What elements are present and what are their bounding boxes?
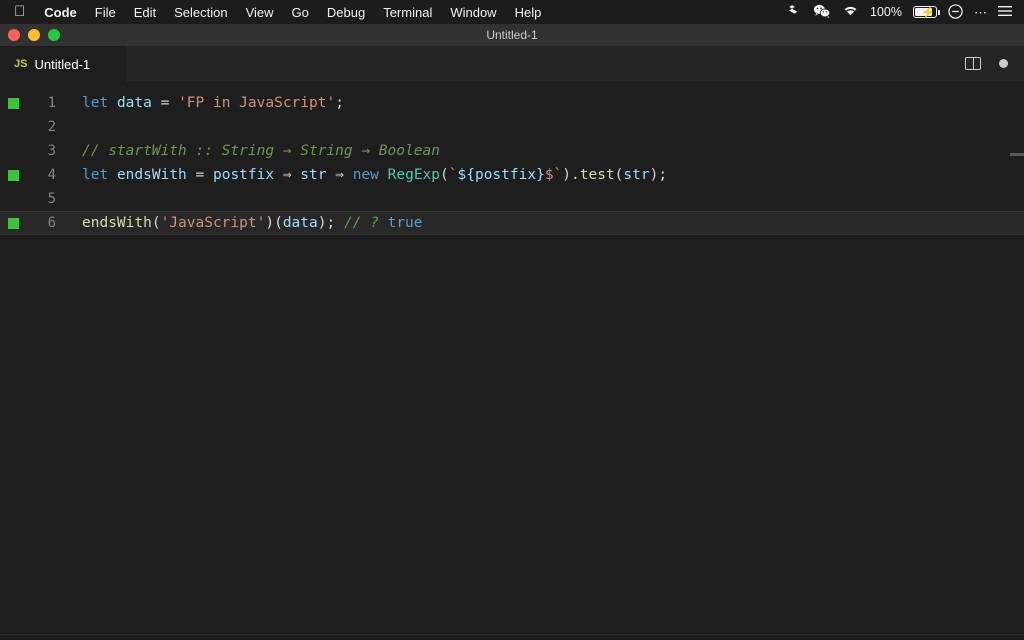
control-center-icon[interactable] xyxy=(948,3,963,21)
breakpoint-gutter-4[interactable] xyxy=(0,163,26,187)
menu-item-file[interactable]: File xyxy=(86,5,125,20)
dropbox-icon[interactable] xyxy=(787,4,802,20)
line-number-3: 3 xyxy=(47,143,56,159)
apple-logo-icon[interactable]:  xyxy=(8,4,35,19)
zoom-window-button[interactable] xyxy=(48,29,60,41)
tab-label: Untitled-1 xyxy=(34,56,91,72)
menu-item-help[interactable]: Help xyxy=(506,5,551,20)
code-text-6: endsWith('JavaScript')(data); // ? true xyxy=(82,215,423,231)
warning-count: 0 xyxy=(65,635,72,640)
line-number-2: 2 xyxy=(47,119,56,135)
status-problems[interactable]: 0 0 xyxy=(10,635,79,640)
line-number-5: 5 xyxy=(47,191,56,207)
vscode-window: Untitled-1 JS Untitled-1 1 let data = 'F… xyxy=(0,24,1024,640)
wechat-icon[interactable] xyxy=(813,4,831,20)
code-line-6[interactable]: 6 endsWith('JavaScript')(data); // ? tru… xyxy=(0,211,1024,235)
window-title: Untitled-1 xyxy=(486,28,538,42)
menu-item-go[interactable]: Go xyxy=(283,5,318,20)
status-encoding[interactable]: UTF-8 xyxy=(734,635,784,640)
line-number-1: 1 xyxy=(47,95,56,111)
menu-item-debug[interactable]: Debug xyxy=(318,5,374,20)
more-icon[interactable]: ⋯ xyxy=(974,6,987,19)
code-text-3: // startWith :: String → String → Boolea… xyxy=(82,143,440,159)
status-bar-right: Ln 6, Col 35 Spaces: 2 UTF-8 LF JavaScri… xyxy=(584,635,1014,640)
code-line-4[interactable]: 4 let endsWith = postfix ⇒ str ⇒ new Reg… xyxy=(0,163,1024,187)
error-count: 0 xyxy=(35,635,42,640)
code-text-4: let endsWith = postfix ⇒ str ⇒ new RegEx… xyxy=(82,167,668,183)
editor-actions xyxy=(965,46,1024,81)
menu-item-terminal[interactable]: Terminal xyxy=(374,5,441,20)
code-lines: 1 let data = 'FP in JavaScript'; 2 3 // … xyxy=(0,81,1024,235)
status-language-mode[interactable]: JavaScript xyxy=(814,635,886,640)
minimize-window-button[interactable] xyxy=(28,29,40,41)
code-line-2[interactable]: 2 xyxy=(0,115,1024,139)
window-traffic-lights xyxy=(8,24,60,46)
menu-item-selection[interactable]: Selection xyxy=(165,5,236,20)
status-bar-left: 0 0 xyxy=(10,635,79,640)
menu-item-code[interactable]: Code xyxy=(35,5,86,20)
javascript-file-icon: JS xyxy=(14,58,28,70)
status-cursor-position[interactable]: Ln 6, Col 35 xyxy=(584,635,665,640)
battery-percent-label: 100% xyxy=(870,5,902,19)
window-titlebar: Untitled-1 xyxy=(0,24,1024,46)
status-quokka-timing[interactable]: ✔ 2.01ms xyxy=(886,635,955,640)
macos-menu-bar:  Code File Edit Selection View Go Debug… xyxy=(0,0,1024,24)
menu-item-view[interactable]: View xyxy=(237,5,283,20)
code-line-3[interactable]: 3 // startWith :: String → String → Bool… xyxy=(0,139,1024,163)
battery-icon[interactable]: ⚡ xyxy=(913,6,940,19)
menu-item-window[interactable]: Window xyxy=(441,5,505,20)
tab-untitled-1[interactable]: JS Untitled-1 xyxy=(0,46,126,81)
menubar-status-area: 100% ⚡ ⋯ xyxy=(787,3,1016,21)
wifi-icon[interactable] xyxy=(842,4,859,20)
code-line-5[interactable]: 5 xyxy=(0,187,1024,211)
line-number-4: 4 xyxy=(47,167,56,183)
status-bar: 0 0 Ln 6, Col 35 Spaces: 2 UTF-8 LF Java… xyxy=(0,634,1024,640)
status-indentation[interactable]: Spaces: 2 xyxy=(665,635,734,640)
battery-charging-bolt-icon: ⚡ xyxy=(921,7,935,19)
close-window-button[interactable] xyxy=(8,29,20,41)
breakpoint-gutter-2[interactable] xyxy=(0,115,26,139)
breakpoint-icon[interactable] xyxy=(7,217,19,229)
breakpoint-icon[interactable] xyxy=(7,169,19,181)
siri-list-icon[interactable] xyxy=(998,5,1012,19)
more-actions-icon[interactable] xyxy=(999,59,1008,68)
code-line-1[interactable]: 1 let data = 'FP in JavaScript'; xyxy=(0,91,1024,115)
breakpoint-icon[interactable] xyxy=(7,97,19,109)
code-editor[interactable]: 1 let data = 'FP in JavaScript'; 2 3 // … xyxy=(0,81,1024,634)
minimap-scroll-slider[interactable] xyxy=(1010,153,1024,156)
menu-item-edit[interactable]: Edit xyxy=(125,5,165,20)
breakpoint-gutter-3[interactable] xyxy=(0,139,26,163)
breakpoint-gutter-5[interactable] xyxy=(0,187,26,211)
editor-tab-bar: JS Untitled-1 xyxy=(0,46,1024,81)
code-text-1: let data = 'FP in JavaScript'; xyxy=(82,95,344,111)
status-eol[interactable]: LF xyxy=(784,635,814,640)
line-number-6: 6 xyxy=(47,215,56,231)
breakpoint-gutter-1[interactable] xyxy=(0,91,26,115)
breakpoint-gutter-6[interactable] xyxy=(0,211,26,235)
split-editor-icon[interactable] xyxy=(965,57,981,70)
